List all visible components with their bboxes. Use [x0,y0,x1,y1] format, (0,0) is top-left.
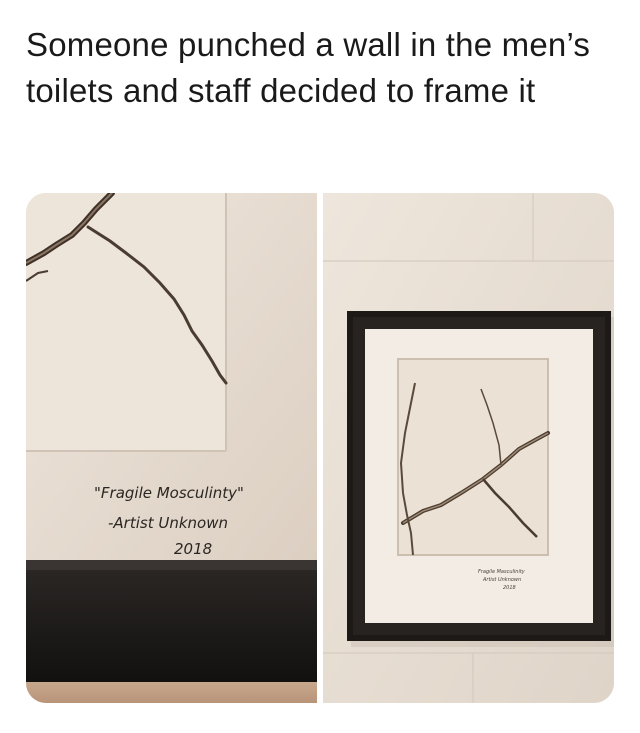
left-photo-closeup: "Fragile Mosculinty" -Artist Unknown 201… [26,193,317,703]
meme-caption: Someone punched a wall in the men’s toil… [26,26,591,109]
label-artist: -Artist Unknown [108,514,228,532]
mini-label-year: 2018 [503,585,516,591]
label-title: "Fragile Mosculinty" [94,484,244,502]
label-year: 2018 [174,540,212,558]
baseboard [26,570,317,682]
photo-collage: "Fragile Mosculinty" -Artist Unknown 201… [26,193,614,703]
framed-area [26,193,226,451]
closeup-image: "Fragile Mosculinty" -Artist Unknown 201… [26,193,317,703]
baseboard-top [26,560,317,570]
floor [26,682,317,703]
right-photo-framed: Fragile Masculinity Artist Unknown 2018 [323,193,614,703]
framed-image: Fragile Masculinity Artist Unknown 2018 [323,193,614,703]
mini-label-title: Fragile Masculinity [478,569,526,575]
mini-label-artist: Artist Unknown [482,577,521,583]
